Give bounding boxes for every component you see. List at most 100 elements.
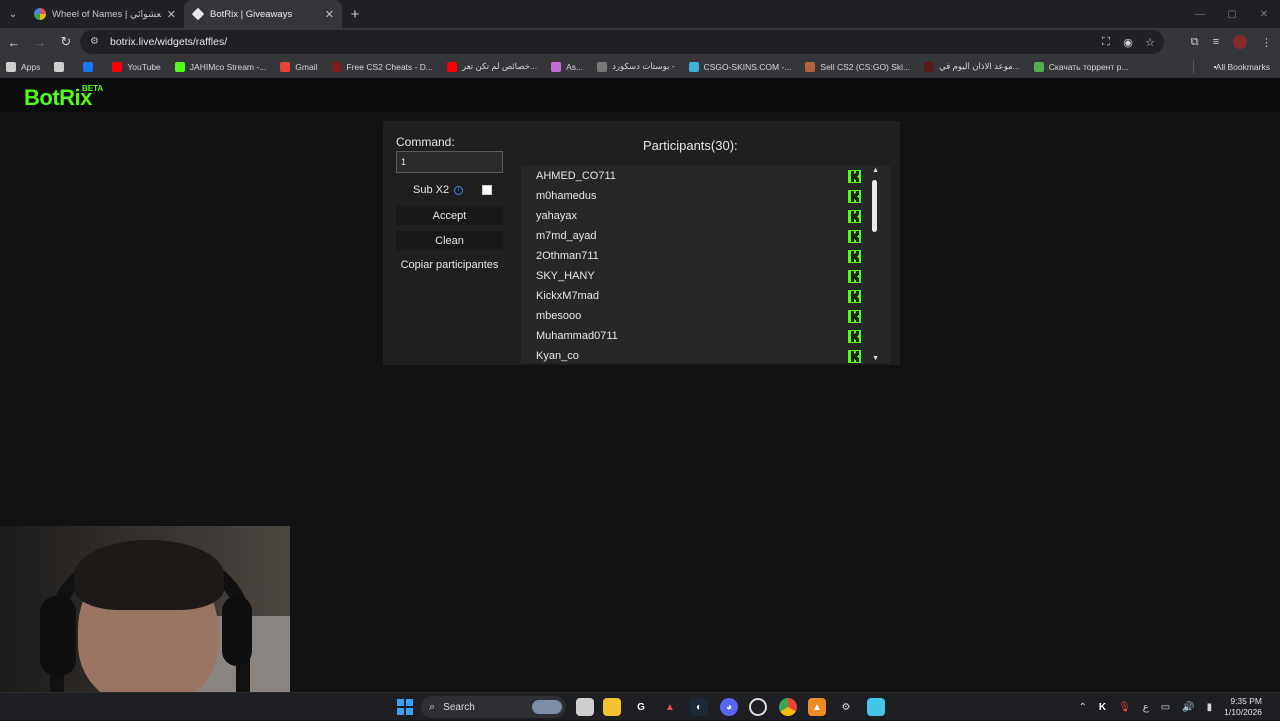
back-arrow-icon[interactable]: ← <box>2 30 26 54</box>
bookmark-item[interactable]: Free CS2 Cheats - D... <box>331 61 433 72</box>
participant-name: Muhammad0711 <box>536 330 618 342</box>
bookmark-item[interactable] <box>83 61 98 72</box>
sub-x2-checkbox[interactable] <box>482 185 492 195</box>
tab-botrix-giveaways[interactable]: BotRix | Giveaways ✕ <box>184 0 342 28</box>
vlc-icon[interactable]: ▲ <box>808 698 826 716</box>
bookmark-label: Sell CS2 (CS:GO) Ski... <box>820 61 911 72</box>
raffle-panel: Command: Sub X2 i Accept Clean Copiar pa… <box>383 121 900 365</box>
bookmark-label: خصائص لم تكن تعر... <box>461 61 538 71</box>
participant-name: mbesooo <box>536 310 582 322</box>
forward-arrow-icon[interactable]: → <box>28 30 52 54</box>
discord-icon[interactable]: ◕ <box>720 698 738 716</box>
obs-icon[interactable] <box>749 698 767 716</box>
participant-row[interactable]: mbesooo <box>521 306 877 326</box>
bookmark-item[interactable]: As... <box>551 61 583 72</box>
clock-time: 9:35 PM <box>1230 696 1262 706</box>
translate-icon[interactable]: ⛶ <box>1100 36 1112 49</box>
chrome-icon[interactable] <box>779 698 797 716</box>
media-control-icon[interactable]: ≡ <box>1213 36 1219 48</box>
clean-button[interactable]: Clean <box>396 231 503 250</box>
participant-row[interactable]: AHMED_CO711 <box>521 166 877 186</box>
accept-button[interactable]: Accept <box>396 206 503 225</box>
extensions-icon[interactable]: ⧉ <box>1191 36 1199 49</box>
youtube-icon <box>112 61 123 72</box>
command-input[interactable] <box>396 151 503 173</box>
participant-row[interactable]: 2Othman711 <box>521 246 877 266</box>
participant-row[interactable]: Kyan_co <box>521 346 877 363</box>
network-icon[interactable]: ▭ <box>1161 702 1170 713</box>
browser-nav-bar: ← → ↻ ⚙ botrix.live/widgets/raffles/ ⛶ ◉… <box>0 28 1280 56</box>
valorant-icon[interactable]: ▲ <box>661 698 679 716</box>
scroll-down-arrow-icon[interactable]: ▼ <box>872 355 879 362</box>
participant-row[interactable]: Muhammad0711 <box>521 326 877 346</box>
site-icon <box>805 61 816 72</box>
tab-close-icon[interactable]: ✕ <box>325 8 334 21</box>
close-window-icon[interactable]: ✕ <box>1248 0 1280 28</box>
site-header: BotRix BETA <box>0 79 1280 112</box>
tray-overflow-icon[interactable]: ⌃ <box>1078 702 1086 713</box>
g-app-icon[interactable]: G <box>632 698 650 716</box>
info-icon[interactable]: i <box>454 185 464 195</box>
site-info-icon[interactable]: ⚙ <box>90 36 102 48</box>
participant-name: m7md_ayad <box>536 230 597 242</box>
volume-icon[interactable]: 🔊 <box>1182 702 1194 713</box>
tab-title: BotRix | Giveaways <box>210 8 293 20</box>
bookmark-item[interactable]: موعد الاذان اليوم في... <box>924 61 1020 72</box>
address-bar[interactable]: ⚙ botrix.live/widgets/raffles/ <box>80 30 1164 54</box>
new-tab-button[interactable]: + <box>342 6 368 23</box>
taskbar-search-label: Search <box>443 701 475 713</box>
tab-wheel-of-names[interactable]: Wheel of Names | نيم العشوائي ✕ <box>26 0 184 28</box>
search-icon: ⌕ <box>429 700 436 713</box>
bookmark-item[interactable]: YouTube <box>112 61 161 72</box>
bookmark-item[interactable]: CSGO-SKINS.COM -... <box>688 61 791 72</box>
settings-gear-icon[interactable]: ⚙ <box>837 698 855 716</box>
bookmark-item[interactable]: Sell CS2 (CS:GO) Ski... <box>805 61 911 72</box>
maximize-icon[interactable]: ▢ <box>1216 0 1248 28</box>
tab-close-icon[interactable]: ✕ <box>167 8 176 21</box>
participants-list[interactable]: AHMED_CO711 m0hamedus yahayax m7md_ayad 2Oth… <box>521 166 890 363</box>
address-url: botrix.live/widgets/raffles/ <box>110 36 228 48</box>
participant-row[interactable]: SKY_HANY <box>521 266 877 286</box>
taskbar-clock[interactable]: 9:35 PM 1/10/2026 <box>1224 696 1262 718</box>
bookmark-item[interactable]: JAHIMco Stream -... <box>174 61 266 72</box>
windows-start-icon[interactable] <box>397 699 413 715</box>
scrollbar-thumb[interactable] <box>872 180 877 232</box>
all-bookmarks-button[interactable]: All Bookmarks <box>1213 56 1270 78</box>
eye-off-icon[interactable]: ◉ <box>1122 36 1134 49</box>
bookmarks-separator <box>1193 60 1194 74</box>
participant-row[interactable]: m7md_ayad <box>521 226 877 246</box>
scroll-up-arrow-icon[interactable]: ▲ <box>872 167 879 174</box>
minimize-icon[interactable]: — <box>1184 0 1216 28</box>
file-explorer-icon[interactable] <box>603 698 621 716</box>
kick-tray-icon[interactable]: K <box>1099 702 1106 713</box>
bookmark-item[interactable]: Скачать торрент р... <box>1033 61 1128 72</box>
bookmark-item[interactable]: Apps <box>6 61 40 72</box>
task-view-icon[interactable] <box>576 698 594 716</box>
bookmark-item[interactable]: Gmail <box>280 61 318 72</box>
window-controls: — ▢ ✕ <box>1184 0 1280 28</box>
mic-icon[interactable]: 🎙 <box>1118 702 1131 713</box>
profile-avatar[interactable] <box>1233 35 1247 49</box>
copy-participants-button[interactable]: Copiar participantes <box>396 259 503 271</box>
tab-search-chevron-icon[interactable]: ⌄ <box>0 0 26 28</box>
taskbar-search[interactable]: ⌕ Search <box>421 696 566 718</box>
participant-row[interactable]: yahayax <box>521 206 877 226</box>
reload-icon[interactable]: ↻ <box>54 30 78 54</box>
language-indicator[interactable]: ع <box>1143 702 1149 713</box>
store-app-icon[interactable] <box>867 698 885 716</box>
participant-row[interactable]: KickxM7mad <box>521 286 877 306</box>
bookmark-label: Free CS2 Cheats - D... <box>346 61 433 72</box>
battery-icon[interactable]: ▮ <box>1207 702 1213 713</box>
bookmark-item[interactable]: خصائص لم تكن تعر... <box>446 61 538 72</box>
participant-row[interactable]: m0hamedus <box>521 186 877 206</box>
bookmark-item[interactable] <box>54 61 69 72</box>
bookmark-item[interactable]: بوستات دسكورد - <box>597 61 675 72</box>
command-label: Command: <box>396 135 455 149</box>
steam-icon[interactable]: ◐ <box>690 698 708 716</box>
headset-cup-right <box>222 596 252 666</box>
kick-logo-icon <box>848 349 861 363</box>
bookmarks-bar: Apps YouTube JAHIMco Stream -... Gmail Free … <box>0 56 1280 78</box>
bookmark-star-icon[interactable]: ☆ <box>1144 36 1156 49</box>
browser-menu-icon[interactable]: ⋮ <box>1261 36 1272 49</box>
youtube-icon <box>446 61 457 72</box>
